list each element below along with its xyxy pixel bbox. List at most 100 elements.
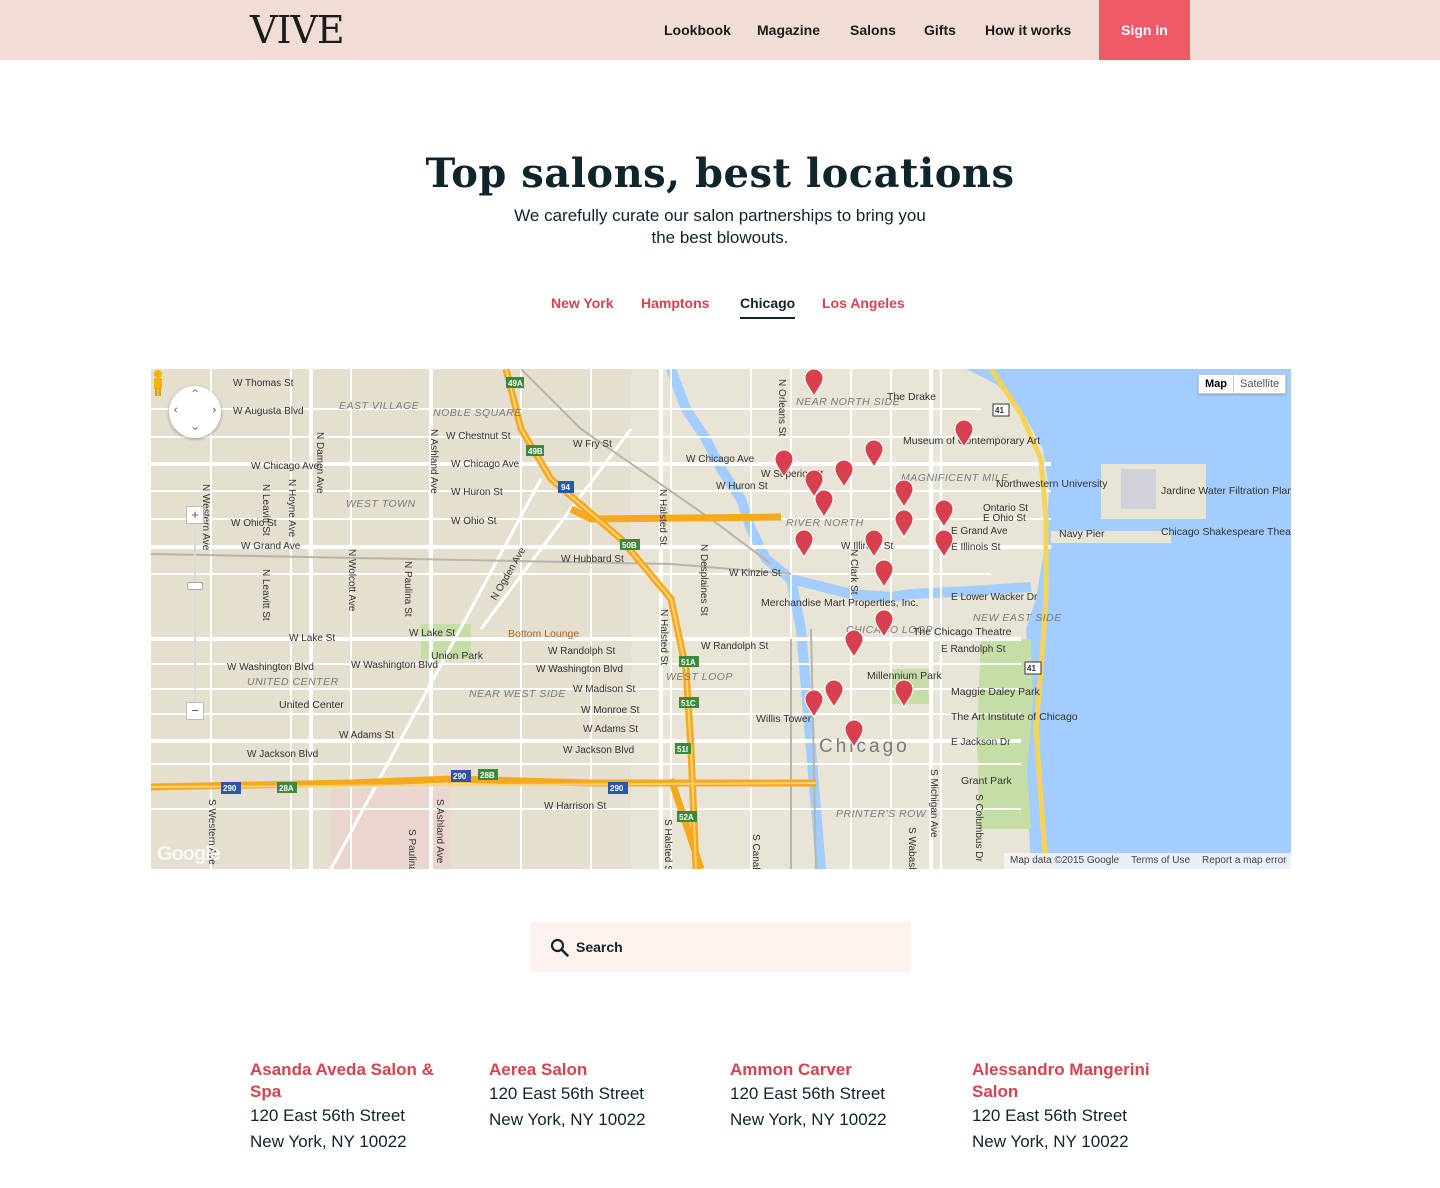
- area-label: NOBLE SQUARE: [433, 407, 522, 419]
- zoom-out-button[interactable]: −: [186, 702, 204, 720]
- map-label: W Thomas St: [233, 378, 294, 389]
- map-label: W Washington Blvd: [227, 662, 314, 673]
- zoom-in-button[interactable]: +: [186, 506, 204, 524]
- map-type-satellite[interactable]: Satellite: [1233, 375, 1285, 393]
- map-label: N Damen Ave: [314, 432, 325, 494]
- highway-shield: 49B: [528, 447, 543, 456]
- place-label: Union Park: [431, 650, 484, 662]
- map-data-credit: Map data ©2015 Google: [1010, 855, 1120, 866]
- map-label: W Madison St: [573, 684, 635, 695]
- map-label: N Clark St: [848, 549, 859, 595]
- salon-card: Ammon Carver 120 East 56th Street New Yo…: [730, 1059, 940, 1133]
- highway-shield: 51C: [681, 699, 696, 708]
- place-label: Merchandise Mart Properties, Inc.: [761, 597, 919, 609]
- map-label: W Grand Ave: [241, 541, 301, 552]
- place-label: The Art Institute of Chicago: [951, 711, 1078, 723]
- site-header: VIVE Lookbook Magazine Salons Gifts How …: [0, 0, 1440, 60]
- salon-street: 120 East 56th Street: [730, 1084, 885, 1103]
- map-label: W Lake St: [289, 633, 335, 644]
- place-label: The Chicago Theatre: [913, 626, 1012, 638]
- sign-in-button[interactable]: Sign in: [1099, 0, 1190, 60]
- place-label: Chicago Shakespeare Theater: [1161, 526, 1291, 538]
- map-label: W Monroe St: [581, 705, 640, 716]
- highway-shield: 41: [995, 406, 1004, 415]
- map-label: N Ashland Ave: [428, 429, 439, 494]
- report-map-error-link[interactable]: Report a map error: [1202, 853, 1286, 869]
- pan-left-icon[interactable]: ⌃: [172, 405, 186, 415]
- map-label: N Halsted St: [657, 489, 668, 545]
- zoom-slider-handle[interactable]: [187, 582, 203, 590]
- highway-shield: 290: [610, 784, 624, 793]
- map-label: E Lower Wacker Dr: [951, 592, 1038, 603]
- map-label: W Fry St: [573, 439, 612, 450]
- map-label: W Chestnut St: [446, 431, 511, 442]
- place-label: Museum of Contemporary Art: [903, 435, 1040, 447]
- highway-shield: 51A: [681, 658, 696, 667]
- area-label: EAST VILLAGE: [339, 400, 420, 412]
- search-icon: [550, 938, 569, 957]
- salon-search[interactable]: [530, 922, 911, 972]
- tab-los-angeles[interactable]: Los Angeles: [822, 295, 905, 311]
- map-label: S Paulina St: [406, 829, 417, 869]
- tab-new-york[interactable]: New York: [551, 295, 614, 311]
- site-logo[interactable]: VIVE: [250, 10, 345, 50]
- map-label: W Lake St: [409, 628, 455, 639]
- nav-magazine[interactable]: Magazine: [757, 0, 820, 60]
- highway-shield: 28A: [279, 784, 294, 793]
- salon-name-link[interactable]: Aerea Salon: [489, 1059, 699, 1081]
- tab-chicago[interactable]: Chicago: [740, 295, 796, 319]
- map-label: E Illinois St: [951, 542, 1001, 553]
- map-label: S Columbus Dr: [973, 794, 984, 862]
- nav-gifts[interactable]: Gifts: [924, 0, 956, 60]
- tab-hamptons[interactable]: Hamptons: [641, 295, 709, 311]
- map-canvas[interactable]: W Thomas St W Augusta Blvd W Chestnut St…: [151, 369, 1291, 869]
- pan-control[interactable]: ⌃ ⌃ ⌃ ⌃: [169, 386, 221, 438]
- place-label: Jardine Water Filtration Plant: [1161, 485, 1291, 497]
- area-label: NEAR NORTH SIDE: [796, 396, 901, 408]
- salon-map[interactable]: W Thomas St W Augusta Blvd W Chestnut St…: [151, 369, 1291, 869]
- salon-card: Alessandro Mangerini Salon 120 East 56th…: [972, 1059, 1182, 1155]
- search-input[interactable]: [576, 922, 896, 972]
- map-label: W Huron St: [451, 487, 503, 498]
- page-subtitle: We carefully curate our salon partnershi…: [514, 206, 926, 247]
- map-label: W Adams St: [339, 730, 394, 741]
- salon-name-link[interactable]: Alessandro Mangerini Salon: [972, 1059, 1182, 1103]
- highway-shield: 50B: [622, 541, 637, 550]
- map-type-toggle[interactable]: Map Satellite: [1198, 374, 1287, 394]
- map-label: W Augusta Blvd: [233, 406, 304, 417]
- terms-of-use-link[interactable]: Terms of Use: [1131, 853, 1190, 869]
- map-label: W Randolph St: [701, 641, 768, 652]
- zoom-slider-track[interactable]: [194, 526, 196, 701]
- map-label: W Jackson Blvd: [563, 745, 634, 756]
- pan-down-icon[interactable]: ⌃: [190, 418, 200, 432]
- map-label: W Chicago Ave: [451, 459, 520, 470]
- zoom-control[interactable]: + −: [186, 506, 204, 720]
- highway-shield: 94: [561, 483, 570, 492]
- nav-salons[interactable]: Salons: [850, 0, 896, 60]
- salon-name-link[interactable]: Ammon Carver: [730, 1059, 940, 1081]
- salon-card: Aerea Salon 120 East 56th Street New Yor…: [489, 1059, 699, 1133]
- pan-up-icon[interactable]: ⌃: [190, 387, 200, 401]
- highway-shield: 290: [223, 784, 237, 793]
- place-label: The Drake: [887, 391, 936, 403]
- place-label: Grant Park: [961, 775, 1013, 787]
- highway-shield: 41: [1027, 664, 1036, 673]
- area-label: NEW EAST SIDE: [973, 612, 1062, 624]
- salon-name-link[interactable]: Asanda Aveda Salon & Spa: [250, 1059, 460, 1103]
- map-label: W Chicago Ave: [686, 454, 755, 465]
- map-label: S Michigan Ave: [928, 769, 939, 838]
- salon-street: 120 East 56th Street: [489, 1084, 644, 1103]
- map-label: N Hoyne Ave: [286, 479, 297, 538]
- nav-lookbook[interactable]: Lookbook: [664, 0, 731, 60]
- pan-right-icon[interactable]: ⌃: [204, 405, 218, 415]
- map-label: W Kinzie St: [729, 568, 781, 579]
- map-type-map[interactable]: Map: [1199, 375, 1233, 393]
- area-label: RIVER NORTH: [786, 517, 864, 529]
- map-label: N Paulina St: [402, 561, 413, 617]
- map-label: S Ashland Ave: [434, 799, 445, 864]
- nav-how-it-works[interactable]: How it works: [985, 0, 1071, 60]
- salon-city: New York, NY 10022: [250, 1132, 407, 1151]
- pegman-icon[interactable]: [151, 369, 165, 397]
- map-label: N Orleans St: [776, 379, 787, 436]
- map-label: E Jackson Dr: [951, 737, 1011, 748]
